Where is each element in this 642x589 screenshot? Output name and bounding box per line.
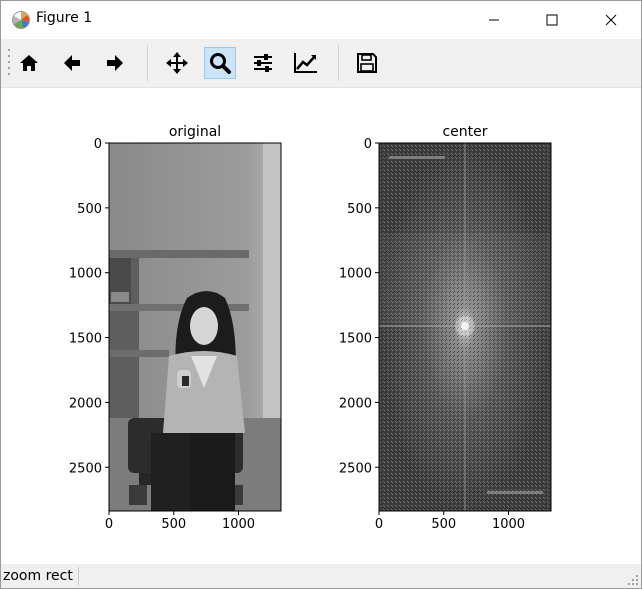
subplots-button[interactable]	[247, 47, 279, 79]
figure-canvas[interactable]: original 0 500 1000 0 500 1000 1500 2000 2500	[1, 88, 641, 564]
toolbar-grip-icon	[8, 49, 10, 75]
minimize-button[interactable]	[471, 1, 517, 39]
subplot-original: original 0 500 1000 0 500 1000 1500 2000 2500	[69, 124, 282, 532]
pan-button[interactable]	[161, 47, 193, 79]
window-title: Figure 1	[36, 10, 93, 26]
subplot-center: center 0 500 1000 0 500 1000 1500 2000 2500	[339, 124, 552, 532]
status-divider	[78, 567, 79, 585]
close-button[interactable]	[588, 1, 634, 39]
magnifier-icon	[210, 53, 231, 74]
center-title: center	[442, 124, 487, 140]
status-bar: zoom rect	[1, 564, 641, 588]
navigation-toolbar	[1, 39, 641, 88]
y-tick-label: 2500	[339, 461, 372, 476]
y-tick-label: 500	[347, 202, 372, 217]
x-tick-label: 1000	[222, 517, 255, 532]
original-image	[109, 143, 281, 511]
forward-button[interactable]	[99, 47, 131, 79]
x-tick-label: 500	[161, 517, 186, 532]
close-icon	[605, 14, 617, 26]
minimize-icon	[489, 19, 499, 21]
maximize-button[interactable]	[529, 1, 575, 39]
y-tick-label: 0	[364, 137, 372, 152]
y-tick-label: 2000	[69, 396, 102, 411]
home-icon	[20, 55, 38, 71]
move-icon	[166, 52, 188, 74]
status-message: zoom rect	[3, 568, 73, 584]
original-title: original	[169, 124, 221, 140]
matplotlib-logo-icon	[12, 11, 30, 29]
y-tick-label: 500	[77, 202, 102, 217]
toolbar-separator	[338, 45, 339, 81]
arrow-left-icon	[64, 55, 80, 71]
customize-button[interactable]	[290, 47, 322, 79]
arrow-right-icon	[107, 55, 123, 71]
line-chart-icon	[294, 53, 317, 73]
center-image	[379, 143, 551, 511]
toolbar-separator	[147, 45, 148, 81]
y-tick-label: 2000	[339, 396, 372, 411]
floppy-disk-icon	[357, 53, 377, 73]
y-tick-label: 1500	[69, 332, 102, 347]
x-tick-label: 0	[105, 517, 113, 532]
sliders-icon	[254, 54, 272, 72]
x-tick-label: 500	[431, 517, 456, 532]
home-button[interactable]	[13, 47, 45, 79]
back-button[interactable]	[56, 47, 88, 79]
y-tick-label: 1000	[69, 267, 102, 282]
x-tick-label: 0	[375, 517, 383, 532]
y-tick-label: 2500	[69, 461, 102, 476]
figure-window: Figure 1 original 0 500 1000 0 500 1000 …	[0, 0, 642, 589]
title-bar[interactable]: Figure 1	[1, 1, 641, 39]
y-tick-label: 1000	[339, 267, 372, 282]
save-button[interactable]	[351, 47, 383, 79]
y-tick-label: 1500	[339, 332, 372, 347]
resize-grip-icon[interactable]	[627, 574, 639, 586]
zoom-button[interactable]	[204, 47, 236, 79]
x-tick-label: 1000	[492, 517, 525, 532]
y-tick-label: 0	[94, 137, 102, 152]
maximize-icon	[546, 14, 558, 26]
figure-svg[interactable]: original 0 500 1000 0 500 1000 1500 2000 2500	[1, 88, 641, 564]
